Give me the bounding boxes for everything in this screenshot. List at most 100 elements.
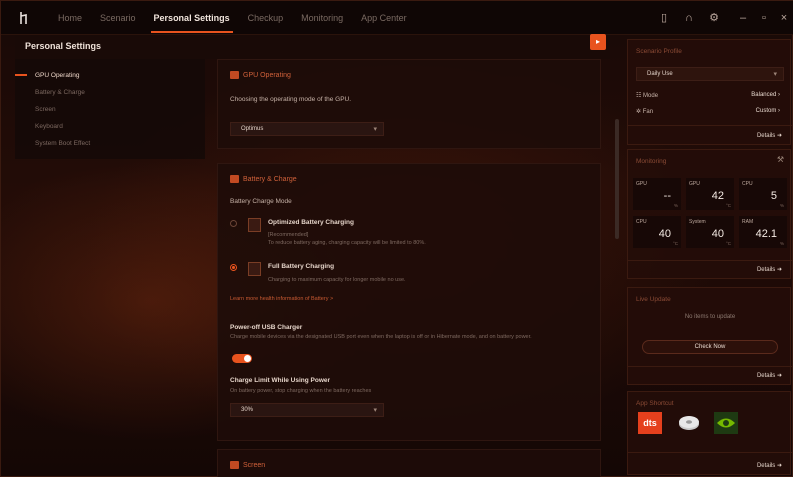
fan-value-text: Custom — [755, 108, 777, 114]
monitor-label: GPU — [689, 181, 700, 187]
page-title: Personal Settings — [15, 35, 610, 59]
battery-card-title: Battery & Charge — [230, 175, 297, 183]
chevron-down-icon: ▾ — [373, 407, 377, 414]
main-nav: Home Scenario Personal Settings Checkup … — [49, 1, 416, 35]
maximize-icon[interactable]: ▫ — [756, 10, 772, 26]
scenario-details-link[interactable]: Details ➜ — [757, 132, 782, 139]
disk-app-icon[interactable] — [677, 412, 701, 434]
sidebar-item-gpu-operating[interactable]: GPU Operating — [35, 72, 79, 79]
settings-sidebar: GPU Operating Battery & Charge Screen Ke… — [15, 59, 205, 159]
settings-icon[interactable]: ⚙ — [706, 10, 722, 26]
live-update-details-link[interactable]: Details ➜ — [757, 372, 782, 379]
headset-icon[interactable]: ∩ — [681, 10, 697, 26]
app-shortcut-details-link[interactable]: Details ➜ — [757, 462, 782, 469]
battery-full-icon — [248, 262, 261, 276]
gpu-mode-value: Optimus — [241, 126, 264, 132]
full-charging-desc: Charging to maximum capacity for longer … — [268, 277, 406, 283]
dts-label: dts — [643, 418, 657, 428]
content-scrollbar[interactable] — [615, 119, 619, 239]
nav-checkup[interactable]: Checkup — [239, 1, 293, 35]
monitor-value: 42 — [711, 190, 724, 202]
panel-toggle-icon[interactable]: ▸ — [590, 34, 606, 50]
chevron-down-icon: ▾ — [773, 71, 777, 78]
dts-app-icon[interactable]: dts — [638, 412, 662, 434]
mode-label: Mode — [643, 93, 659, 99]
scenario-profile-card: Scenario Profile Daily Use ▾ ☷ Mode Bala… — [627, 39, 792, 145]
mode-value-text: Balanced — [751, 92, 777, 98]
monitor-label: GPU — [636, 181, 647, 187]
minimize-icon[interactable]: – — [735, 10, 751, 26]
monitor-value: 40 — [711, 228, 724, 240]
settings-content: GPU Operating Choosing the operating mod… — [217, 59, 602, 477]
details-text: Details — [756, 373, 776, 379]
scenario-profile-title: Scenario Profile — [636, 48, 682, 55]
usb-charger-toggle[interactable] — [232, 354, 252, 363]
active-indicator — [15, 74, 27, 76]
optimized-charging-title: Optimized Battery Charging — [268, 219, 354, 226]
monitoring-card: Monitoring ⚒ GPU -- % GPU 42 °C CPU 5 % … — [627, 149, 792, 279]
monitor-unit: % — [673, 203, 678, 208]
live-update-title: Live Update — [636, 296, 671, 303]
app-window: Home Scenario Personal Settings Checkup … — [0, 0, 793, 477]
mode-value[interactable]: Balanced › — [751, 92, 780, 98]
usb-charger-title: Power-off USB Charger — [230, 324, 303, 331]
chevron-down-icon: ▾ — [373, 126, 377, 133]
app-logo — [20, 12, 27, 24]
disk-icon — [679, 416, 699, 430]
notes-icon[interactable]: ▯ — [656, 10, 672, 26]
nav-monitoring[interactable]: Monitoring — [292, 1, 352, 35]
fan-icon: ✲ — [636, 109, 643, 115]
battery-health-link[interactable]: Learn more health information of Battery… — [230, 296, 333, 302]
divider — [628, 125, 792, 126]
gpu-description: Choosing the operating mode of the GPU. — [230, 96, 352, 103]
sidebar-item-battery-charge[interactable]: Battery & Charge — [35, 89, 85, 96]
monitor-label: CPU — [742, 181, 753, 187]
nav-home[interactable]: Home — [49, 1, 91, 35]
sidebar-item-keyboard[interactable]: Keyboard — [35, 123, 63, 130]
check-now-button[interactable]: Check Now — [642, 340, 778, 354]
fan-label: Fan — [642, 109, 654, 115]
nav-app-center[interactable]: App Center — [352, 1, 416, 35]
optimized-charging-tag: [Recommended] — [268, 232, 309, 238]
monitor-label: CPU — [636, 219, 647, 225]
charge-limit-select[interactable]: 30% ▾ — [230, 403, 384, 417]
monitor-cpu-temp: CPU 40 °C — [633, 216, 681, 248]
close-icon[interactable]: × — [776, 10, 792, 26]
monitor-value: 5 — [770, 190, 777, 202]
monitor-value: -- — [663, 190, 671, 202]
nav-personal-settings[interactable]: Personal Settings — [145, 1, 239, 35]
charge-limit-value: 30% — [241, 407, 254, 413]
fan-value[interactable]: Custom › — [756, 108, 780, 114]
mode-row-label: ☷ Mode — [636, 92, 658, 99]
nvidia-app-icon[interactable] — [714, 412, 738, 434]
full-charging-radio[interactable] — [230, 264, 237, 271]
charge-limit-desc: On battery power, stop charging when the… — [230, 388, 372, 394]
gpu-operating-card: GPU Operating Choosing the operating mod… — [217, 59, 601, 149]
sidebar-item-screen[interactable]: Screen — [35, 106, 56, 113]
monitor-gpu-usage: GPU -- % — [633, 178, 681, 210]
monitor-unit: % — [779, 203, 784, 208]
nav-scenario[interactable]: Scenario — [91, 1, 145, 35]
full-charging-title: Full Battery Charging — [268, 263, 335, 270]
monitor-label: System — [689, 219, 706, 225]
monitor-label: RAM — [742, 219, 754, 225]
optimized-charging-radio[interactable] — [230, 220, 237, 227]
battery-shield-icon — [248, 218, 261, 232]
monitor-unit: % — [779, 241, 784, 246]
charge-limit-title: Charge Limit While Using Power — [230, 377, 331, 384]
monitor-cpu-usage: CPU 5 % — [739, 178, 787, 210]
live-update-message: No items to update — [684, 314, 736, 320]
nvidia-eye-icon — [717, 418, 735, 428]
wrench-icon[interactable]: ⚒ — [777, 155, 784, 164]
fan-row-label: ✲ Fan — [636, 108, 653, 115]
screen-card: Screen — [217, 449, 601, 477]
gpu-icon — [230, 71, 239, 79]
scenario-select[interactable]: Daily Use ▾ — [636, 67, 784, 81]
screen-card-title: Screen — [230, 461, 265, 469]
app-shortcut-card: App Shortcut dts Details ➜ — [627, 391, 792, 475]
screen-icon — [230, 461, 239, 469]
sidebar-item-system-boot-effect[interactable]: System Boot Effect — [35, 140, 90, 147]
monitoring-details-link[interactable]: Details ➜ — [757, 266, 782, 273]
battery-charge-card: Battery & Charge Battery Charge Mode Opt… — [217, 163, 601, 441]
gpu-mode-select[interactable]: Optimus ▾ — [230, 122, 384, 136]
